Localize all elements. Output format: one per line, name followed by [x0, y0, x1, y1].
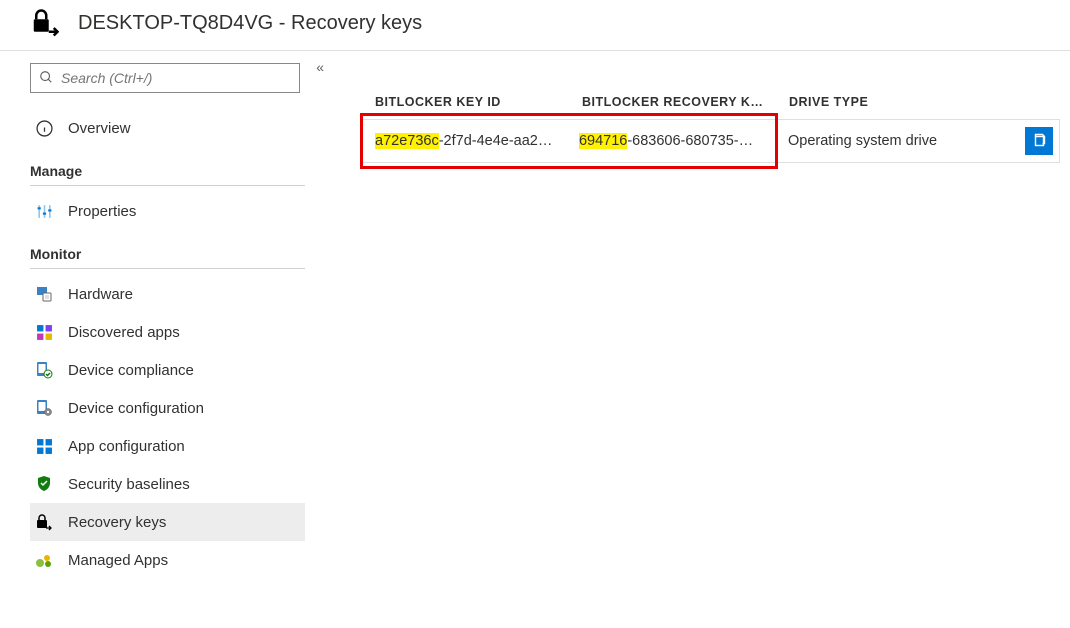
search-input[interactable]: [53, 70, 291, 86]
sidebar: « Overview Manage: [0, 51, 330, 627]
sidebar-item-label: Hardware: [68, 286, 133, 303]
sidebar-item-managed-apps[interactable]: Managed Apps: [30, 541, 305, 579]
page-header: DESKTOP-TQ8D4VG - Recovery keys: [0, 0, 1070, 51]
cell-key-id: a72e736c-2f7d-4e4e-aa2…: [375, 133, 579, 149]
copy-icon: [1031, 132, 1047, 151]
lock-icon: [34, 512, 54, 532]
sidebar-item-label: App configuration: [68, 438, 185, 455]
sidebar-item-label: Overview: [68, 120, 131, 137]
hardware-icon: [34, 284, 54, 304]
column-header-key-id[interactable]: BITLOCKER KEY ID: [375, 95, 582, 109]
sidebar-item-label: Device compliance: [68, 362, 194, 379]
sidebar-item-label: Security baselines: [68, 476, 190, 493]
sidebar-item-properties[interactable]: Properties: [30, 192, 305, 230]
security-icon: [34, 474, 54, 494]
sidebar-item-device-configuration[interactable]: Device configuration: [30, 389, 305, 427]
sidebar-item-label: Device configuration: [68, 400, 204, 417]
recovery-key-highlighted: 694716: [579, 133, 627, 149]
column-header-recovery-key[interactable]: BITLOCKER RECOVERY K…: [582, 95, 789, 109]
sidebar-item-label: Recovery keys: [68, 514, 166, 531]
sidebar-item-label: Discovered apps: [68, 324, 180, 341]
search-box[interactable]: [30, 63, 300, 93]
managed-apps-icon: [34, 550, 54, 570]
column-header-drive-type[interactable]: DRIVE TYPE: [789, 95, 1060, 109]
sidebar-item-discovered-apps[interactable]: Discovered apps: [30, 313, 305, 351]
copy-button[interactable]: [1025, 127, 1053, 155]
info-icon: [34, 118, 54, 138]
key-id-highlighted: a72e736c: [375, 133, 439, 149]
highlight-frame: a72e736c-2f7d-4e4e-aa2… 694716-683606-68…: [360, 113, 778, 169]
lock-export-icon: [30, 8, 60, 38]
sidebar-item-hardware[interactable]: Hardware: [30, 275, 305, 313]
recovery-key-rest: -683606-680735-…: [627, 133, 753, 149]
sidebar-item-label: Properties: [68, 203, 136, 220]
apps-icon: [34, 322, 54, 342]
sidebar-item-overview[interactable]: Overview: [30, 109, 305, 147]
sidebar-item-recovery-keys[interactable]: Recovery keys: [30, 503, 305, 541]
sidebar-item-app-configuration[interactable]: App configuration: [30, 427, 305, 465]
section-monitor-label: Monitor: [30, 230, 305, 269]
device-compliance-icon: [34, 360, 54, 380]
collapse-sidebar-icon[interactable]: «: [316, 59, 324, 75]
app-config-icon: [34, 436, 54, 456]
sliders-icon: [34, 201, 54, 221]
device-config-icon: [34, 398, 54, 418]
section-manage-label: Manage: [30, 147, 305, 186]
cell-drive-type: Operating system drive: [778, 133, 1025, 149]
cell-recovery-key: 694716-683606-680735-…: [579, 133, 775, 149]
search-icon: [39, 70, 53, 87]
table-row[interactable]: a72e736c-2f7d-4e4e-aa2… 694716-683606-68…: [360, 119, 1060, 163]
sidebar-item-label: Managed Apps: [68, 552, 168, 569]
page-title: DESKTOP-TQ8D4VG - Recovery keys: [78, 12, 422, 35]
sidebar-item-security-baselines[interactable]: Security baselines: [30, 465, 305, 503]
main-content: BITLOCKER KEY ID BITLOCKER RECOVERY K… D…: [330, 51, 1070, 627]
sidebar-item-device-compliance[interactable]: Device compliance: [30, 351, 305, 389]
key-id-rest: -2f7d-4e4e-aa2…: [439, 133, 553, 149]
